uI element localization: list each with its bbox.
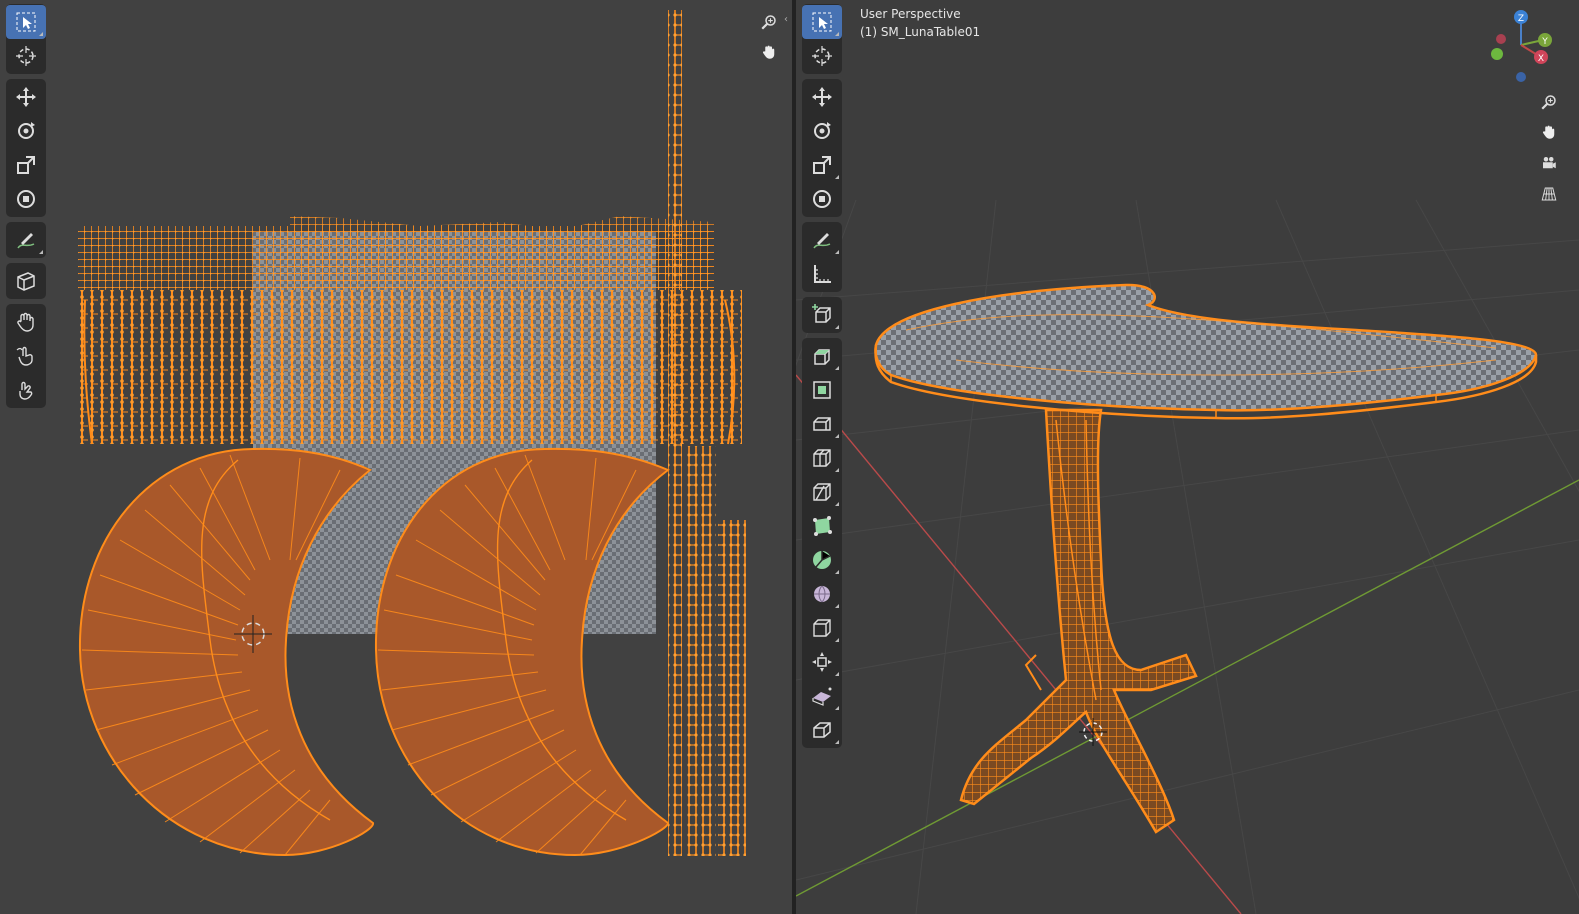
pinch-hand-icon xyxy=(19,381,33,400)
measure-icon xyxy=(814,265,831,283)
rotate-icon xyxy=(18,122,35,139)
table-legs-mesh[interactable] xyxy=(959,408,1198,834)
vp-bevel-tool[interactable] xyxy=(802,407,842,441)
cursor-icon xyxy=(812,46,832,66)
collapse-arrow-icon[interactable]: ‹ xyxy=(784,14,788,25)
y-axis-line xyxy=(796,479,1579,897)
zoom-icon xyxy=(761,15,776,30)
uv-island-left-crescent[interactable] xyxy=(78,447,374,857)
gizmo-x-label: X xyxy=(1538,54,1544,64)
cursor-icon xyxy=(16,46,36,66)
transform-tool[interactable] xyxy=(6,182,46,216)
vp-add-cube-tool[interactable] xyxy=(802,298,842,332)
vp-rip-region-tool[interactable] xyxy=(802,713,842,747)
vp-cursor-tool[interactable] xyxy=(802,39,842,73)
relax-hand-icon xyxy=(16,346,33,366)
knife-icon xyxy=(813,483,831,501)
gizmo-y-label: Y xyxy=(1541,37,1548,47)
uv-editor[interactable]: ‹ xyxy=(0,0,792,914)
table-top-mesh[interactable] xyxy=(874,283,1538,420)
vp-transform-tool[interactable] xyxy=(802,182,842,216)
scale-tool[interactable] xyxy=(6,148,46,182)
vp-extrude-tool[interactable] xyxy=(802,339,842,373)
vp-spin-tool[interactable] xyxy=(802,543,842,577)
uv-zoom-button[interactable] xyxy=(755,8,783,36)
select-box-icon xyxy=(812,12,832,32)
uv-toolbar xyxy=(6,4,46,413)
vp-shrink-fatten-tool[interactable] xyxy=(802,645,842,679)
rotate-tool[interactable] xyxy=(6,114,46,148)
pan-hand-icon xyxy=(1542,125,1555,139)
viewport-canvas[interactable]: Z Y X xyxy=(796,0,1579,914)
shrink-fatten-icon xyxy=(812,652,832,672)
x-axis-line xyxy=(796,374,1242,914)
uv-island-edge-column[interactable] xyxy=(668,10,682,856)
camera-icon xyxy=(1543,157,1556,169)
annotate-icon xyxy=(813,233,831,249)
rip-region-tool[interactable] xyxy=(6,264,46,298)
uv-island-right-crescent[interactable] xyxy=(374,447,670,857)
vp-zoom-button[interactable] xyxy=(1535,88,1563,116)
bevel-icon xyxy=(813,417,831,431)
navigation-gizmo[interactable]: Z Y X xyxy=(1491,10,1552,82)
scale-icon xyxy=(17,156,35,174)
annotate-icon xyxy=(17,233,35,249)
shear-icon xyxy=(812,687,832,706)
vp-knife-tool[interactable] xyxy=(802,475,842,509)
pinch-tool[interactable] xyxy=(6,373,46,407)
vp-pan-button[interactable] xyxy=(1535,118,1563,146)
transform-icon xyxy=(17,190,35,208)
zoom-icon xyxy=(1541,95,1556,110)
rip-region-icon xyxy=(17,272,35,291)
vp-shear-tool[interactable] xyxy=(802,679,842,713)
vp-loop-cut-tool[interactable] xyxy=(802,441,842,475)
rotate-icon xyxy=(814,122,831,139)
select-box-tool[interactable] xyxy=(6,5,46,39)
vp-poly-build-tool[interactable] xyxy=(802,509,842,543)
poly-build-icon xyxy=(813,516,832,536)
grab-tool[interactable] xyxy=(6,305,46,339)
smooth-icon xyxy=(814,585,830,603)
move-icon xyxy=(812,87,832,107)
loop-cut-icon xyxy=(813,449,831,467)
spin-icon xyxy=(813,551,831,569)
edge-slide-icon xyxy=(813,619,831,637)
gizmo-z-label: Z xyxy=(1518,14,1524,24)
extrude-region-icon xyxy=(814,349,830,365)
vp-scale-tool[interactable] xyxy=(802,148,842,182)
uv-canvas[interactable] xyxy=(0,0,792,914)
uv-island-leg-strips[interactable] xyxy=(80,290,742,444)
vp-measure-tool[interactable] xyxy=(802,257,842,291)
pan-hand-icon xyxy=(762,45,775,59)
vp-smooth-tool[interactable] xyxy=(802,577,842,611)
rip-region-icon xyxy=(813,722,831,738)
annotate-tool[interactable] xyxy=(6,223,46,257)
vp-inset-tool[interactable] xyxy=(802,373,842,407)
3d-viewport[interactable]: Z Y X User Perspective (1) SM_LunaTable0… xyxy=(796,0,1579,914)
scale-icon xyxy=(813,156,831,174)
relax-tool[interactable] xyxy=(6,339,46,373)
move-icon xyxy=(16,87,36,107)
uv-island-side-column[interactable] xyxy=(686,446,716,856)
select-box-icon xyxy=(16,12,36,32)
grab-hand-icon xyxy=(17,312,34,332)
active-object-label: (1) SM_LunaTable01 xyxy=(860,25,981,39)
transform-icon xyxy=(813,190,831,208)
floor-grid xyxy=(796,199,1579,914)
cursor-tool[interactable] xyxy=(6,39,46,73)
view-name-label: User Perspective xyxy=(860,7,961,21)
vp-perspective-toggle[interactable] xyxy=(1535,180,1563,208)
grid-perspective-icon xyxy=(1541,187,1557,201)
vp-rotate-tool[interactable] xyxy=(802,114,842,148)
add-cube-icon xyxy=(812,304,831,323)
vp-move-tool[interactable] xyxy=(802,80,842,114)
vp-edge-slide-tool[interactable] xyxy=(802,611,842,645)
vp-annotate-tool[interactable] xyxy=(802,223,842,257)
move-tool[interactable] xyxy=(6,80,46,114)
viewport-toolbar xyxy=(802,4,842,753)
uv-pan-button[interactable] xyxy=(755,38,783,66)
vp-select-box-tool[interactable] xyxy=(802,5,842,39)
inset-faces-icon xyxy=(813,381,831,399)
vp-camera-button[interactable] xyxy=(1535,149,1563,177)
